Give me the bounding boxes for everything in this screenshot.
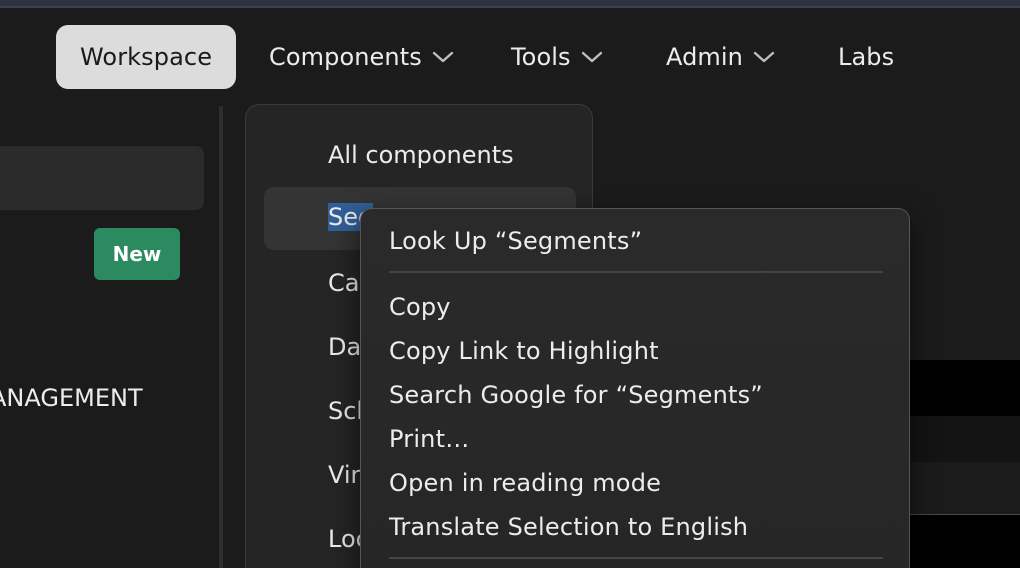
nav-components-label: Components	[269, 43, 422, 71]
nav-labs-label: Labs	[838, 43, 895, 71]
context-item-search-google[interactable]: Search Google for “Segments”	[389, 381, 763, 409]
top-navbar: Workspace Components Tools Admin Labs	[0, 8, 1020, 106]
nav-workspace[interactable]: Workspace	[56, 25, 237, 89]
context-item-copy[interactable]: Copy	[389, 293, 451, 321]
context-item-copy-link[interactable]: Copy Link to Highlight	[389, 337, 659, 365]
context-separator	[389, 557, 883, 559]
chevron-down-icon	[753, 50, 775, 64]
content-row	[905, 515, 1020, 568]
context-separator	[389, 271, 883, 273]
context-item-reading-mode[interactable]: Open in reading mode	[389, 469, 661, 497]
chevron-down-icon	[581, 50, 603, 64]
chevron-down-icon	[432, 50, 454, 64]
context-item-look-up[interactable]: Look Up “Segments”	[389, 227, 642, 255]
nav-labs[interactable]: Labs	[838, 25, 894, 89]
nav-components[interactable]: Components	[269, 25, 454, 89]
menu-item-vir[interactable]: Vir	[328, 461, 360, 489]
nav-admin[interactable]: Admin	[666, 25, 775, 89]
context-item-translate[interactable]: Translate Selection to English	[389, 513, 748, 541]
context-item-print[interactable]: Print…	[389, 425, 469, 453]
new-button[interactable]: New	[94, 228, 180, 280]
nav-tools[interactable]: Tools	[511, 25, 603, 89]
sidebar-search-box[interactable]	[0, 146, 204, 210]
content-row	[905, 360, 1020, 416]
menu-item-all-components[interactable]: All components	[328, 141, 514, 169]
content-row	[905, 416, 1020, 462]
nav-admin-label: Admin	[666, 43, 743, 71]
sidebar-divider[interactable]	[219, 106, 223, 568]
nav-tools-label: Tools	[511, 43, 571, 71]
window-top-strip	[0, 0, 1020, 8]
nav-workspace-label: Workspace	[80, 43, 213, 71]
context-menu: Look Up “Segments” Copy Copy Link to Hig…	[360, 208, 910, 568]
sidebar-section-label: ANAGEMENT	[0, 384, 143, 412]
